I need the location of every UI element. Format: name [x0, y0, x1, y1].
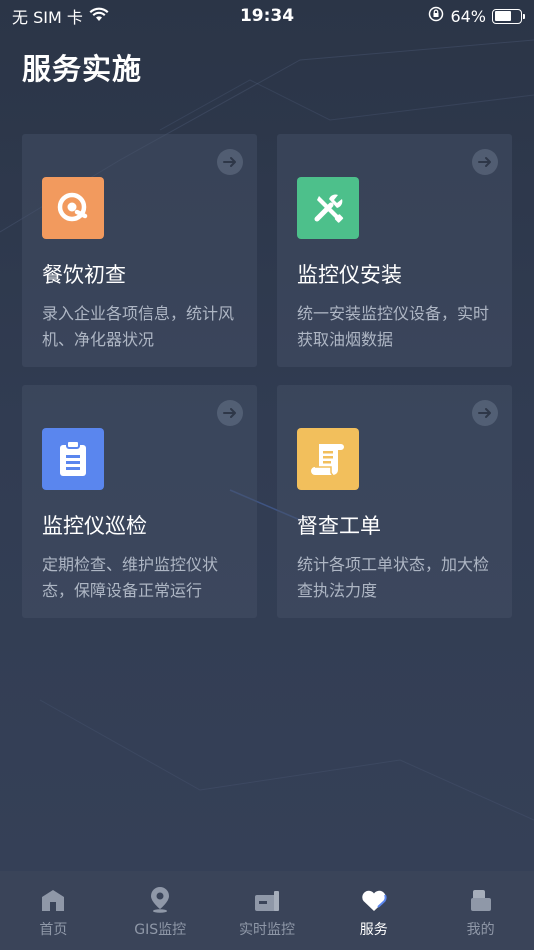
tab-label: GIS监控 — [134, 922, 187, 938]
card-title: 督查工单 — [297, 514, 381, 538]
service-card-work-order[interactable]: 督查工单 统计各项工单状态，加大检查执法力度 — [277, 385, 512, 618]
monitor-icon — [253, 883, 281, 913]
service-card-monitor-inspection[interactable]: 监控仪巡检 定期检查、维护监控仪状态，保障设备正常运行 — [22, 385, 257, 618]
wifi-icon — [89, 7, 109, 26]
tab-label: 首页 — [39, 922, 68, 938]
page-title: 服务实施 — [22, 52, 143, 86]
search-q-icon — [42, 177, 104, 239]
card-description: 录入企业各项信息，统计风机、净化器状况 — [42, 304, 235, 349]
card-description: 定期检查、维护监控仪状态，保障设备正常运行 — [42, 555, 219, 600]
arrow-right-icon — [472, 149, 498, 175]
service-card-monitor-install[interactable]: 监控仪安装 统一安装监控仪设备，实时获取油烟数据 — [277, 134, 512, 367]
orientation-lock-icon — [428, 6, 444, 26]
battery-percent: 64% — [450, 6, 486, 26]
card-description: 统计各项工单状态，加大检查执法力度 — [297, 555, 490, 600]
bottom-tab-bar: 首页 GIS监控 实时监控 服务 我的 — [0, 871, 534, 950]
heart-icon — [360, 883, 388, 913]
carrier-label: 无 SIM 卡 — [12, 8, 83, 27]
arrow-right-icon — [472, 400, 498, 426]
service-card-initial-survey[interactable]: 餐饮初查 录入企业各项信息，统计风机、净化器状况 — [22, 134, 257, 367]
service-grid: 餐饮初查 录入企业各项信息，统计风机、净化器状况 监控仪安装 统一安装监控仪设备… — [22, 134, 512, 618]
location-pin-icon — [148, 883, 172, 913]
tab-service[interactable]: 服务 — [320, 871, 427, 950]
card-title: 餐饮初查 — [42, 263, 126, 287]
card-title: 监控仪巡检 — [42, 514, 147, 538]
tools-icon — [297, 177, 359, 239]
tab-mine[interactable]: 我的 — [427, 871, 534, 950]
tab-label: 服务 — [359, 922, 388, 938]
card-description: 统一安装监控仪设备，实时获取油烟数据 — [297, 304, 490, 349]
battery-icon — [492, 8, 525, 24]
home-icon — [40, 883, 66, 913]
tab-label: 我的 — [466, 922, 495, 938]
card-title: 监控仪安装 — [297, 263, 402, 287]
profile-icon — [468, 883, 494, 913]
clipboard-icon — [42, 428, 104, 490]
arrow-right-icon — [217, 400, 243, 426]
status-bar: 无 SIM 卡 19:34 64% — [0, 0, 534, 32]
tab-home[interactable]: 首页 — [0, 871, 107, 950]
arrow-right-icon — [217, 149, 243, 175]
battery-level — [494, 11, 511, 21]
tab-label: 实时监控 — [238, 922, 295, 938]
tab-gis[interactable]: GIS监控 — [107, 871, 214, 950]
scroll-icon — [297, 428, 359, 490]
tab-realtime[interactable]: 实时监控 — [214, 871, 321, 950]
